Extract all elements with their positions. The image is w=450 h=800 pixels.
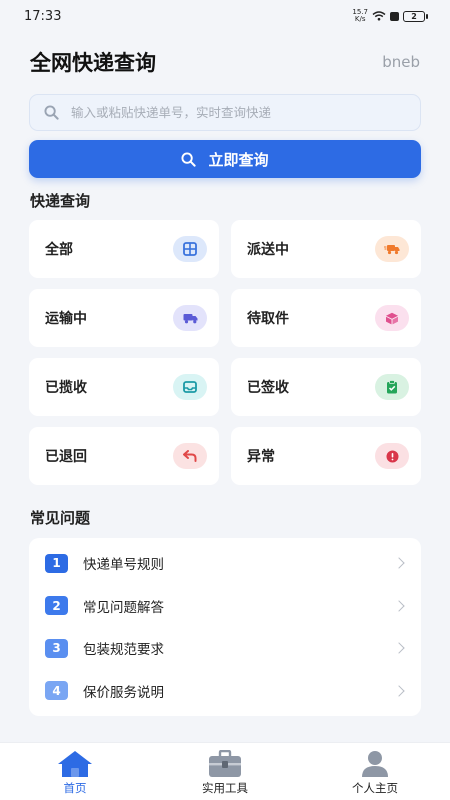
battery-icon: 2 <box>403 10 428 22</box>
faq-item[interactable]: 2 常见问题解答 <box>29 585 421 628</box>
bottom-navigation: 首页 实用工具 个人主页 <box>0 742 450 800</box>
return-arrow-icon <box>173 443 207 469</box>
nav-item-home[interactable]: 首页 <box>25 750 125 796</box>
tracking-number-input[interactable] <box>71 105 391 120</box>
status-time: 17:33 <box>24 8 62 24</box>
faq-item[interactable]: 3 包装规范要求 <box>29 627 421 670</box>
home-icon <box>58 751 92 777</box>
faq-number-badge: 4 <box>45 681 68 701</box>
nav-label: 实用工具 <box>202 781 248 795</box>
status-card-exception[interactable]: 异常 <box>231 427 421 485</box>
chevron-right-icon <box>393 642 405 654</box>
inbox-icon <box>173 374 207 400</box>
page-title: 全网快递查询 <box>30 51 156 75</box>
status-card-label: 已退回 <box>45 449 87 465</box>
chevron-right-icon <box>393 600 405 612</box>
nav-item-tools[interactable]: 实用工具 <box>175 750 275 796</box>
nav-label: 个人主页 <box>352 781 398 795</box>
chevron-right-icon <box>393 685 405 697</box>
faq-item-label: 常见问题解答 <box>83 599 164 616</box>
faq-item-label: 包装规范要求 <box>83 642 164 659</box>
user-name[interactable]: bneb <box>382 53 420 71</box>
query-button[interactable]: 立即查询 <box>29 140 421 178</box>
status-grid: 全部 派送中 运输中 待取件 已揽收 已签收 已退回 异常 <box>0 220 450 485</box>
status-card-signed[interactable]: 已签收 <box>231 358 421 416</box>
status-card-label: 已揽收 <box>45 380 87 396</box>
faq-number-badge: 2 <box>45 596 68 616</box>
faq-list: 1 快递单号规则 2 常见问题解答 3 包装规范要求 4 保价服务说明 <box>29 538 421 716</box>
status-card-label: 运输中 <box>45 311 87 327</box>
status-card-pending-pickup[interactable]: 待取件 <box>231 289 421 347</box>
faq-number-badge: 3 <box>45 638 68 658</box>
status-card-label: 待取件 <box>247 311 289 327</box>
status-card-in-transit[interactable]: 运输中 <box>29 289 219 347</box>
status-card-collected[interactable]: 已揽收 <box>29 358 219 416</box>
chevron-right-icon <box>393 557 405 569</box>
status-card-label: 派送中 <box>247 242 289 258</box>
truck-icon <box>173 305 207 331</box>
status-card-all[interactable]: 全部 <box>29 220 219 278</box>
network-speed: 15.7 K/s <box>352 8 368 23</box>
status-card-returned[interactable]: 已退回 <box>29 427 219 485</box>
faq-item[interactable]: 1 快递单号规则 <box>29 542 421 585</box>
search-box[interactable] <box>29 94 421 131</box>
toolbox-icon <box>209 750 241 777</box>
status-card-label: 全部 <box>45 242 73 258</box>
status-bar: 17:33 15.7 K/s 2 <box>0 0 450 32</box>
search-icon <box>44 105 59 120</box>
nav-item-profile[interactable]: 个人主页 <box>325 750 425 796</box>
app-header: 全网快递查询 bneb <box>0 32 450 92</box>
package-icon <box>375 305 409 331</box>
faq-item[interactable]: 4 保价服务说明 <box>29 670 421 713</box>
faq-number-badge: 1 <box>45 553 68 573</box>
faq-item-label: 快递单号规则 <box>83 557 164 574</box>
status-card-label: 异常 <box>247 449 275 465</box>
search-icon <box>181 151 197 167</box>
status-indicators: 15.7 K/s 2 <box>352 9 428 23</box>
section-title-tracking: 快递查询 <box>30 192 91 210</box>
status-card-label: 已签收 <box>247 380 289 396</box>
faq-item-label: 保价服务说明 <box>83 684 164 701</box>
grid-icon <box>173 236 207 262</box>
status-card-delivering[interactable]: 派送中 <box>231 220 421 278</box>
alert-icon <box>375 443 409 469</box>
section-title-faq: 常见问题 <box>30 509 91 527</box>
clipboard-check-icon <box>375 374 409 400</box>
nav-label: 首页 <box>63 781 87 795</box>
sim-icon <box>390 11 399 21</box>
user-icon <box>362 751 388 777</box>
delivery-truck-icon <box>375 236 409 262</box>
query-button-label: 立即查询 <box>208 150 269 169</box>
wifi-icon <box>372 11 386 21</box>
